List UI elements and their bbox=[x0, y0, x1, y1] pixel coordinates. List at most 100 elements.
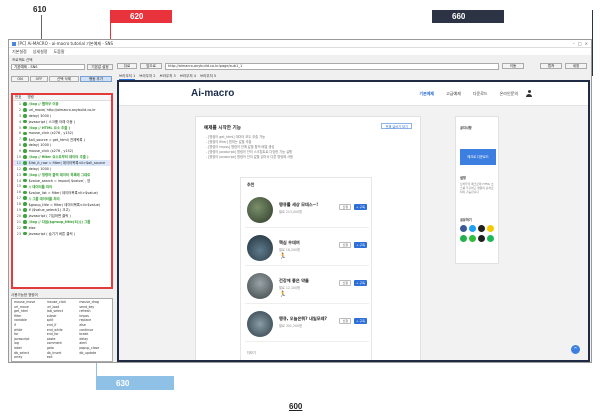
check-icon bbox=[23, 102, 27, 106]
recommend-name: 땡큐를 세상 모데스~! bbox=[279, 202, 318, 208]
tab-browser-5[interactable]: 브라우저 5 bbox=[200, 74, 216, 79]
subscribe-button[interactable]: + 구독 bbox=[354, 318, 367, 324]
line-command: delay( 3000 ) bbox=[29, 114, 52, 118]
naver-icon[interactable] bbox=[487, 235, 494, 242]
off-button[interactable]: OFF bbox=[30, 76, 48, 82]
link-icon[interactable] bbox=[478, 235, 485, 242]
ref-610-leader bbox=[41, 15, 42, 41]
command-item[interactable]: array bbox=[14, 355, 45, 360]
figure: 610 620 660 630 600 [PC] Ai-MACRO - ai-m… bbox=[0, 0, 600, 418]
close-icon[interactable]: × bbox=[585, 41, 588, 46]
tab-browser-1[interactable]: 브라우저 1 bbox=[119, 74, 135, 80]
tab-browser-4[interactable]: 브라우저 4 bbox=[180, 74, 196, 79]
script-line[interactable]: 11$list_it_row = filter( 데이터목록<li>$all_s… bbox=[13, 160, 111, 166]
check-icon bbox=[23, 191, 27, 195]
facebook-icon[interactable] bbox=[460, 225, 467, 232]
apply-button[interactable]: 신청 bbox=[339, 318, 351, 324]
notice-view-all-button[interactable]: 전체 글쓰기 보기 bbox=[381, 123, 412, 129]
menu-advanced-settings[interactable]: 상세설정 bbox=[33, 49, 48, 55]
subscribe-button[interactable]: + 구독 bbox=[354, 242, 367, 248]
apply-button[interactable]: 신청 bbox=[339, 280, 351, 286]
tab-browser-3[interactable]: 브라우저 3 bbox=[159, 74, 175, 79]
nav-basic-examples[interactable]: 기본예제 bbox=[419, 91, 434, 97]
new-window-button[interactable]: 새창 bbox=[565, 63, 587, 69]
line-command: //log // 명령어 출력 데이터 목록에 그대로 bbox=[29, 172, 91, 177]
window-controls: – □ × bbox=[573, 41, 591, 46]
menu-help[interactable]: 도움말 bbox=[53, 49, 64, 55]
maximize-icon[interactable]: □ bbox=[578, 41, 582, 46]
nav-online-inquiry[interactable]: 온라인문의 bbox=[500, 91, 518, 97]
apply-button[interactable]: 신청 bbox=[339, 204, 351, 210]
recommend-item[interactable]: 땡큐, 오늘은뭐? 내일모레? 팔로 301,200명 신청 + 구독 bbox=[245, 306, 369, 342]
script-lines: 1//log // 웹하우 이동2url_move( http://aimacr… bbox=[13, 101, 111, 236]
apply-button[interactable]: 신청 bbox=[339, 242, 351, 248]
recommend-title: 추천 bbox=[247, 182, 254, 188]
url-input[interactable]: http://aimacro.anybuild.co.kr/page/sub1_… bbox=[165, 63, 499, 70]
capture-button[interactable]: 캡쳐 bbox=[540, 63, 562, 69]
line-number: 22 bbox=[13, 226, 22, 230]
script-line[interactable]: 23javascript ( 숨기기 버튼 클릭 ) bbox=[13, 231, 111, 237]
on-button[interactable]: ON bbox=[11, 76, 29, 82]
user-icon[interactable] bbox=[526, 90, 532, 97]
script-line[interactable]: 18$group_title = filter( 데이터목록<li>$value… bbox=[13, 201, 111, 207]
kakaostory-icon[interactable] bbox=[487, 225, 494, 232]
line-command: else bbox=[29, 226, 36, 230]
forward-button[interactable]: 앞으로 bbox=[140, 63, 162, 69]
check-icon bbox=[23, 114, 27, 118]
scroll-top-button[interactable]: ^ bbox=[571, 345, 580, 354]
tab-browser-2[interactable]: 브라우저 2 bbox=[139, 74, 155, 79]
recommend-sub: 팔로 213,000명 bbox=[279, 209, 302, 214]
check-icon bbox=[23, 202, 27, 206]
thumbnail bbox=[247, 311, 273, 337]
kakao-icon[interactable] bbox=[478, 225, 485, 232]
subscribe-button[interactable]: + 구독 bbox=[354, 280, 367, 286]
nav-advanced-examples[interactable]: 고급예제 bbox=[446, 91, 461, 97]
line-command: delay( 1000 ) bbox=[29, 143, 52, 147]
recommend-more-link[interactable]: 더보기 bbox=[247, 350, 256, 355]
line-number: 17 bbox=[13, 196, 22, 200]
thumbnail bbox=[247, 235, 273, 261]
line-number: 12 bbox=[13, 167, 22, 171]
menu-basic-settings[interactable]: 기본설정 bbox=[12, 49, 27, 55]
line-command: // 데이터를 처리 bbox=[29, 184, 53, 189]
check-icon bbox=[23, 232, 27, 236]
command-item[interactable] bbox=[79, 355, 110, 360]
share-icons-row2 bbox=[460, 235, 494, 242]
project-label: 프로젝트 선택 bbox=[12, 58, 32, 63]
delete-selected-button[interactable]: 선택 삭제 bbox=[49, 76, 79, 82]
line-icon[interactable] bbox=[460, 235, 467, 242]
script-list[interactable]: 번호 명령 1//log // 웹하우 이동2url_move( http://… bbox=[11, 93, 113, 289]
thumbnail bbox=[247, 273, 273, 299]
back-button[interactable]: 뒤로 bbox=[117, 63, 137, 69]
line-command: $group_title = filter( 데이터목록<li>$value) bbox=[29, 202, 101, 207]
add-action-button[interactable]: 행동 추가 bbox=[80, 76, 112, 82]
recommend-name: 땡큐, 오늘은뭐? 내일모레? bbox=[279, 316, 327, 322]
site-header: Ai-macro 기본예제 고급예제 다운로드 온라인문의 bbox=[119, 82, 588, 106]
go-button[interactable]: 이동 bbox=[502, 63, 524, 69]
twitter-icon[interactable] bbox=[469, 225, 476, 232]
script-line[interactable]: 16$value_list = filter( 데이터목록<li>$value) bbox=[13, 189, 111, 195]
browser-view[interactable]: Ai-macro 기본예제 고급예제 다운로드 온라인문의 예제를 시작한 기능… bbox=[117, 80, 590, 362]
subscribe-button[interactable]: + 구독 bbox=[354, 204, 367, 210]
recommend-sub: 팔로 12,100명 bbox=[279, 285, 300, 290]
site-logo[interactable]: Ai-macro bbox=[191, 88, 234, 99]
command-list[interactable]: mouse_movemouse_clickmouse_dragurl_moveu… bbox=[11, 298, 113, 362]
set-default-button[interactable]: 기본값 설정 bbox=[87, 64, 113, 70]
line-command: //log // 웹하우 이동 bbox=[29, 101, 59, 106]
line-command: //log // 다음($group_title(3)))) 그룹 bbox=[29, 219, 91, 224]
macro-download-button[interactable]: 메크로 다운로드 bbox=[460, 149, 496, 165]
band-icon[interactable] bbox=[469, 235, 476, 242]
recommend-sub: 팔로 18,200명 bbox=[279, 247, 300, 252]
nav-download[interactable]: 다운로드 bbox=[473, 91, 488, 97]
command-item[interactable]: exit bbox=[47, 355, 78, 360]
line-number: 13 bbox=[13, 173, 22, 177]
project-select[interactable]: 기본예제 - SNS bbox=[11, 64, 85, 70]
ref-620: 620 bbox=[130, 12, 143, 21]
line-number: 6 bbox=[13, 131, 22, 135]
minimize-icon[interactable]: – bbox=[573, 41, 575, 46]
recommend-item[interactable]: 땡큐를 세상 모데스~! 팔로 213,000명 신청 + 구독 bbox=[245, 192, 369, 228]
check-icon bbox=[23, 179, 27, 183]
recommend-item[interactable]: 건강에 좋은 약들 팔로 12,100명 🏃 신청 + 구독 bbox=[245, 268, 369, 304]
figure-number: 600 bbox=[289, 402, 302, 411]
recommend-item[interactable]: 핵심 우데여 팔로 18,200명 🏃 신청 + 구독 bbox=[245, 230, 369, 266]
